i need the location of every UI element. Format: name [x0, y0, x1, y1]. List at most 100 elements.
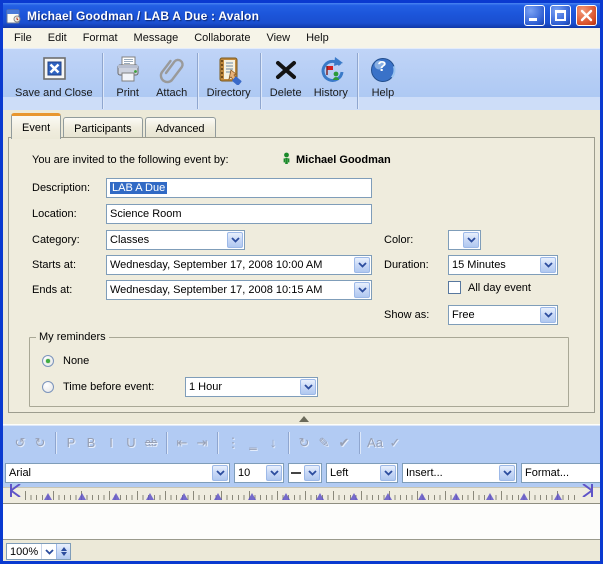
menu-edit[interactable]: Edit [40, 29, 75, 47]
save-and-close-button[interactable]: Save and Close [9, 53, 99, 105]
align-select[interactable]: Left [326, 463, 398, 483]
menu-collaborate[interactable]: Collaborate [186, 29, 258, 47]
attach-button[interactable]: Attach [150, 53, 194, 105]
font-family-select[interactable]: Arial [5, 463, 230, 483]
tab-event-label: Event [22, 122, 50, 134]
rotate-icon[interactable]: ↻ [295, 435, 313, 451]
pencil-icon[interactable]: ✎ [315, 435, 333, 451]
show-as-select[interactable]: Free [448, 305, 558, 325]
close-button[interactable] [576, 5, 597, 26]
insert-select[interactable]: Insert... [402, 463, 517, 483]
starts-at-select[interactable]: Wednesday, September 17, 2008 10:00 AM [106, 255, 372, 275]
tab-stop-marker[interactable] [146, 493, 154, 500]
find-replace-icon[interactable]: Aa [366, 435, 384, 450]
tab-stop-marker[interactable] [248, 493, 256, 500]
delete-button[interactable]: Delete [264, 53, 308, 105]
close-icon [577, 6, 596, 25]
directory-button[interactable]: Directory [201, 53, 257, 105]
tab-stop-marker[interactable] [78, 493, 86, 500]
approve-icon[interactable]: ✔ [335, 435, 353, 451]
font-color-swatch [289, 470, 303, 476]
duration-select[interactable]: 15 Minutes [448, 255, 558, 275]
list-icon[interactable]: ⋮ [224, 435, 242, 451]
toolbar-separator [197, 53, 198, 109]
font-color-select[interactable] [288, 463, 322, 483]
ends-at-select[interactable]: Wednesday, September 17, 2008 10:15 AM [106, 280, 372, 300]
tab-stop-marker[interactable] [486, 493, 494, 500]
chevron-down-icon [266, 465, 282, 481]
chevron-down-icon [540, 307, 556, 323]
all-day-checkbox[interactable] [448, 281, 461, 294]
tab-stop-marker[interactable] [520, 493, 528, 500]
location-input[interactable]: Science Room [106, 204, 372, 224]
save-and-close-icon [38, 54, 70, 86]
bold-icon[interactable]: B [82, 435, 100, 450]
format-select[interactable]: Format... [521, 463, 600, 483]
title-bar: Michael Goodman / LAB A Due : Avalon [3, 3, 600, 28]
tab-stop-marker[interactable] [350, 493, 358, 500]
tab-stop-marker[interactable] [282, 493, 290, 500]
font-size-select[interactable]: 10 [234, 463, 284, 483]
menu-message[interactable]: Message [126, 29, 187, 47]
tab-participants[interactable]: Participants [63, 117, 142, 139]
message-body[interactable] [3, 503, 600, 539]
tab-stop-marker[interactable] [316, 493, 324, 500]
location-label: Location: [32, 208, 77, 220]
maximize-icon [555, 10, 566, 21]
pane-splitter[interactable] [3, 413, 600, 425]
indent-icon[interactable]: ⇥ [193, 435, 211, 451]
redo-icon[interactable]: ↻ [31, 435, 49, 451]
tab-stop-marker[interactable] [180, 493, 188, 500]
reminder-none-radio[interactable] [42, 355, 54, 367]
tab-event[interactable]: Event [11, 113, 61, 139]
maximize-button[interactable] [550, 5, 571, 26]
tab-participants-label: Participants [74, 123, 131, 135]
delete-label: Delete [270, 87, 302, 99]
history-button[interactable]: History [308, 53, 354, 105]
starts-at-value: Wednesday, September 17, 2008 10:00 AM [107, 259, 353, 271]
color-select[interactable] [448, 230, 481, 250]
toolbar-separator [55, 432, 56, 454]
zoom-control[interactable]: 100% [6, 543, 71, 560]
tab-stop-marker[interactable] [112, 493, 120, 500]
tab-strip: Event Participants Advanced [11, 110, 595, 138]
align-value: Left [327, 467, 379, 479]
help-button[interactable]: ? Help [361, 53, 405, 105]
left-margin-marker[interactable] [8, 484, 22, 502]
all-day-label: All day event [468, 282, 531, 294]
reminder-time-select[interactable]: 1 Hour [185, 377, 318, 397]
menu-file[interactable]: File [6, 29, 40, 47]
tab-stop-marker[interactable] [214, 493, 222, 500]
move-down-icon[interactable]: ↓ [264, 435, 282, 450]
undo-icon[interactable]: ↺ [11, 435, 29, 451]
menu-format[interactable]: Format [75, 29, 126, 47]
zoom-spinner[interactable] [56, 544, 70, 559]
minimize-button[interactable] [524, 5, 545, 26]
spell-check-icon[interactable]: ✓ [386, 435, 404, 451]
description-input[interactable]: LAB A Due [106, 178, 372, 198]
baseline-icon[interactable]: ‗ [244, 435, 262, 450]
toolbar-separator [288, 432, 289, 454]
menu-help[interactable]: Help [298, 29, 337, 47]
chevron-down-icon[interactable] [41, 544, 56, 559]
outdent-icon[interactable]: ⇤ [173, 435, 191, 451]
menu-view[interactable]: View [258, 29, 298, 47]
location-value: Science Room [110, 208, 182, 220]
reminder-time-radio[interactable] [42, 381, 54, 393]
category-select[interactable]: Classes [106, 230, 245, 250]
tab-stop-marker[interactable] [384, 493, 392, 500]
tab-stop-marker[interactable] [452, 493, 460, 500]
attach-label: Attach [156, 87, 187, 99]
strikethrough-icon[interactable]: ab [142, 437, 160, 449]
status-bar: 100% [3, 539, 600, 561]
tab-stop-marker[interactable] [554, 493, 562, 500]
plain-style-icon[interactable]: P [62, 435, 80, 450]
right-margin-marker[interactable] [581, 484, 595, 502]
tab-stop-marker[interactable] [418, 493, 426, 500]
underline-icon[interactable]: U [122, 435, 140, 450]
tab-stop-marker[interactable] [44, 493, 52, 500]
tab-advanced[interactable]: Advanced [145, 117, 216, 139]
my-reminders-group: My reminders None Time before event: 1 H… [29, 331, 569, 407]
italic-icon[interactable]: I [102, 435, 120, 450]
print-button[interactable]: Print [106, 53, 150, 105]
